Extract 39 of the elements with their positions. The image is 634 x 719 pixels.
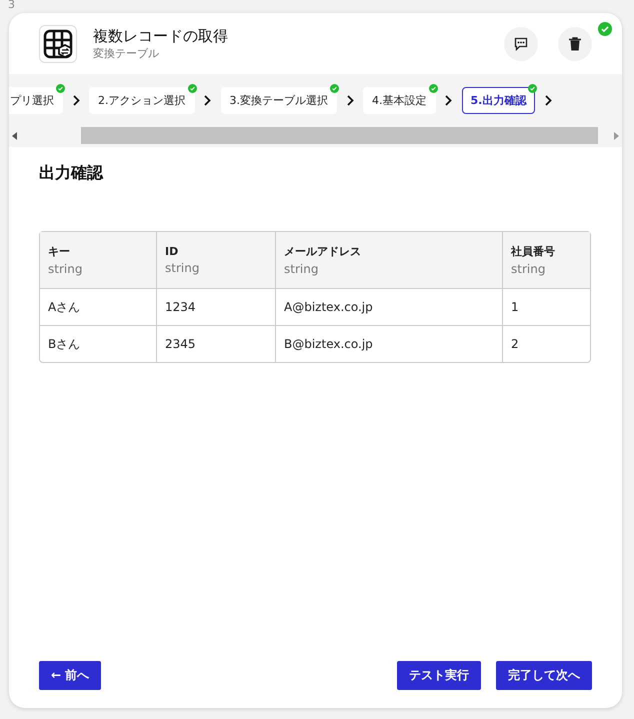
column-type: string [165,261,200,275]
column-header: 社員番号 [511,244,556,259]
complete-next-button[interactable]: 完了して次へ [496,661,592,690]
chevron-right-icon [544,95,552,106]
back-button[interactable]: ← 前へ [39,661,102,690]
column-header: メールアドレス [284,244,362,259]
chevron-right-icon [72,95,80,106]
section-title: 出力確認 [39,163,104,184]
column-type: string [284,262,320,276]
step-tab[interactable]: プリ選択 [9,87,63,114]
step-tab[interactable]: 5.出力確認 [462,87,536,114]
table-cell: Bさん [40,326,157,362]
chevron-right-icon [204,95,211,106]
column-type: string [48,262,84,276]
chevron-right-icon [445,95,452,106]
table-cell: Aさん [40,289,157,326]
trash-icon [569,36,581,50]
table-cell-text: 2 [510,336,520,353]
step-tab[interactable]: 2.アクション選択 [89,87,194,114]
comment-icon [514,36,528,50]
flow-title: 複数レコードの取得 [93,26,229,46]
test-run-button[interactable]: テスト実行 [397,661,481,690]
scrollbar-thumb[interactable] [81,127,598,144]
table-icon [39,24,77,62]
column-header: キー [48,244,71,259]
delete-button[interactable] [558,26,592,60]
column-header: ID [165,245,180,258]
table-cell: 2345 [157,326,276,362]
table-cell: 1 [503,289,590,326]
step-tab[interactable]: 4.基本設定 [363,87,436,114]
table-cell: 1234 [157,289,276,326]
column-type: string [511,262,546,276]
step-tab[interactable]: 3.変換テーブル選択 [220,87,337,114]
comment-button[interactable] [504,26,538,60]
table-cell: A@biztex.co.jp [276,289,503,326]
table-cell: B@biztex.co.jp [276,326,503,362]
flow-subtitle: 変換テーブル [93,46,160,60]
page-number: 3 [8,0,15,11]
chevron-right-icon [346,95,354,106]
